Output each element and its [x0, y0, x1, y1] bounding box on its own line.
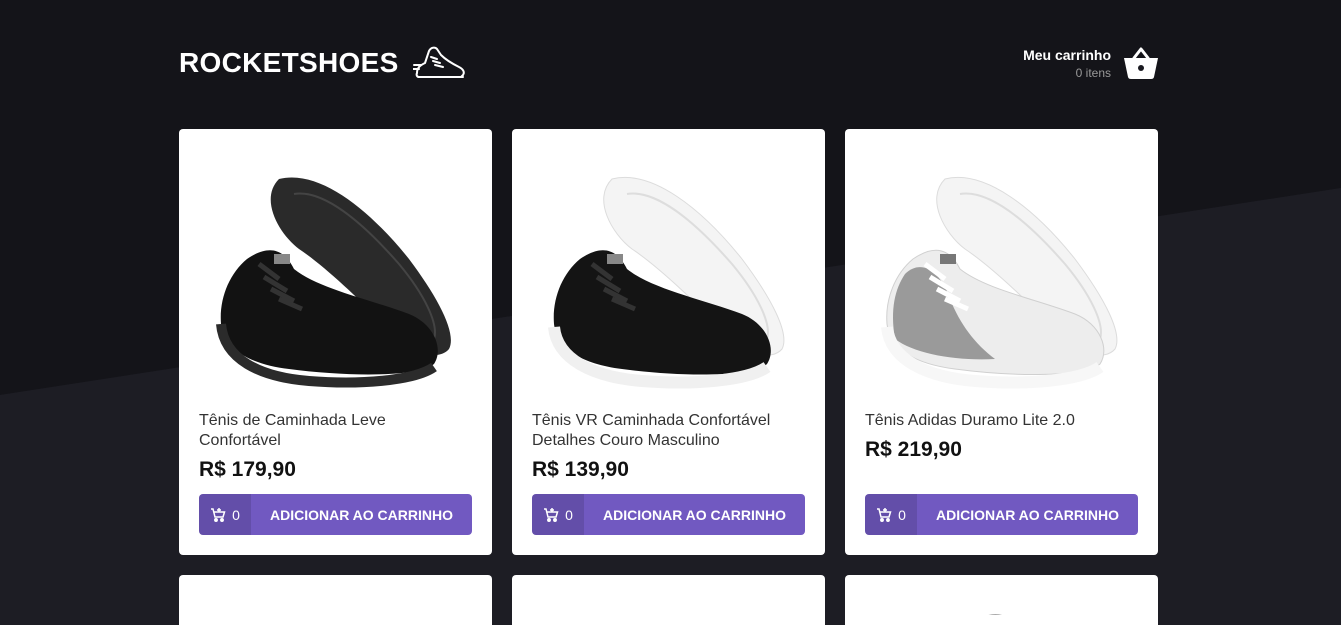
product-price: R$ 179,90 [199, 458, 296, 481]
cart-quantity-value: 0 [232, 506, 240, 523]
cart-quantity: 0 [532, 494, 584, 535]
cart-summary: Meu carrinho 0 itens [1023, 47, 1111, 80]
add-to-cart-button[interactable]: 0 ADICIONAR AO CARRINHO [199, 494, 472, 535]
product-image-black-sneaker [216, 177, 451, 388]
cart-quantity-value: 0 [565, 506, 573, 523]
add-to-cart-label: ADICIONAR AO CARRINHO [602, 506, 787, 523]
cart-link[interactable]: Meu carrinho 0 itens [1023, 46, 1159, 80]
add-to-cart-label: ADICIONAR AO CARRINHO [935, 506, 1120, 523]
product-card: Tênis Adidas Duramo Lite 2.0 R$ 219,90 0… [845, 129, 1158, 555]
product-image-white-grey-sneaker [881, 177, 1118, 389]
site-header: ROCKETSHOES Meu carrinho 0 itens [179, 0, 1159, 126]
basket-icon [1124, 47, 1158, 79]
add-to-cart-button[interactable]: 0 ADICIONAR AO CARRINHO [532, 494, 805, 535]
sneaker-icon [412, 46, 465, 78]
cart-item-count: 0 itens [1075, 65, 1111, 80]
add-to-cart-button[interactable]: 0 ADICIONAR AO CARRINHO [865, 494, 1138, 535]
product-price: R$ 219,90 [865, 438, 962, 461]
cart-title: Meu carrinho [1023, 46, 1111, 63]
page-container: ROCKETSHOES Meu carrinho 0 itens Tênis d… [179, 0, 1159, 625]
product-name: Tênis VR Caminhada Confortável Detalhes … [532, 412, 771, 449]
product-card: Tênis VR Caminhada Confortável Detalhes … [512, 129, 825, 555]
logo-text: ROCKETSHOES [179, 47, 399, 78]
logo-link[interactable]: ROCKETSHOES [179, 43, 467, 83]
product-card: Tênis de Caminhada Leve Confortável R$ 1… [179, 129, 492, 555]
add-shopping-cart-icon [877, 507, 892, 522]
cart-quantity-value: 0 [898, 506, 906, 523]
product-list: Tênis de Caminhada Leve Confortável R$ 1… [179, 129, 1159, 625]
cart-quantity: 0 [865, 494, 917, 535]
product-name: Tênis Adidas Duramo Lite 2.0 [865, 412, 1075, 429]
product-card-partial [179, 575, 492, 625]
product-price: R$ 139,90 [532, 458, 629, 481]
cart-quantity: 0 [199, 494, 251, 535]
add-shopping-cart-icon [211, 507, 226, 522]
add-to-cart-label: ADICIONAR AO CARRINHO [269, 506, 454, 523]
product-name: Tênis de Caminhada Leve Confortável [199, 412, 386, 449]
add-shopping-cart-icon [544, 507, 559, 522]
product-card-partial [845, 575, 1158, 625]
product-card-partial [512, 575, 825, 625]
product-image-partial [989, 614, 1002, 615]
product-image-black-white-sole-sneaker [548, 177, 785, 389]
